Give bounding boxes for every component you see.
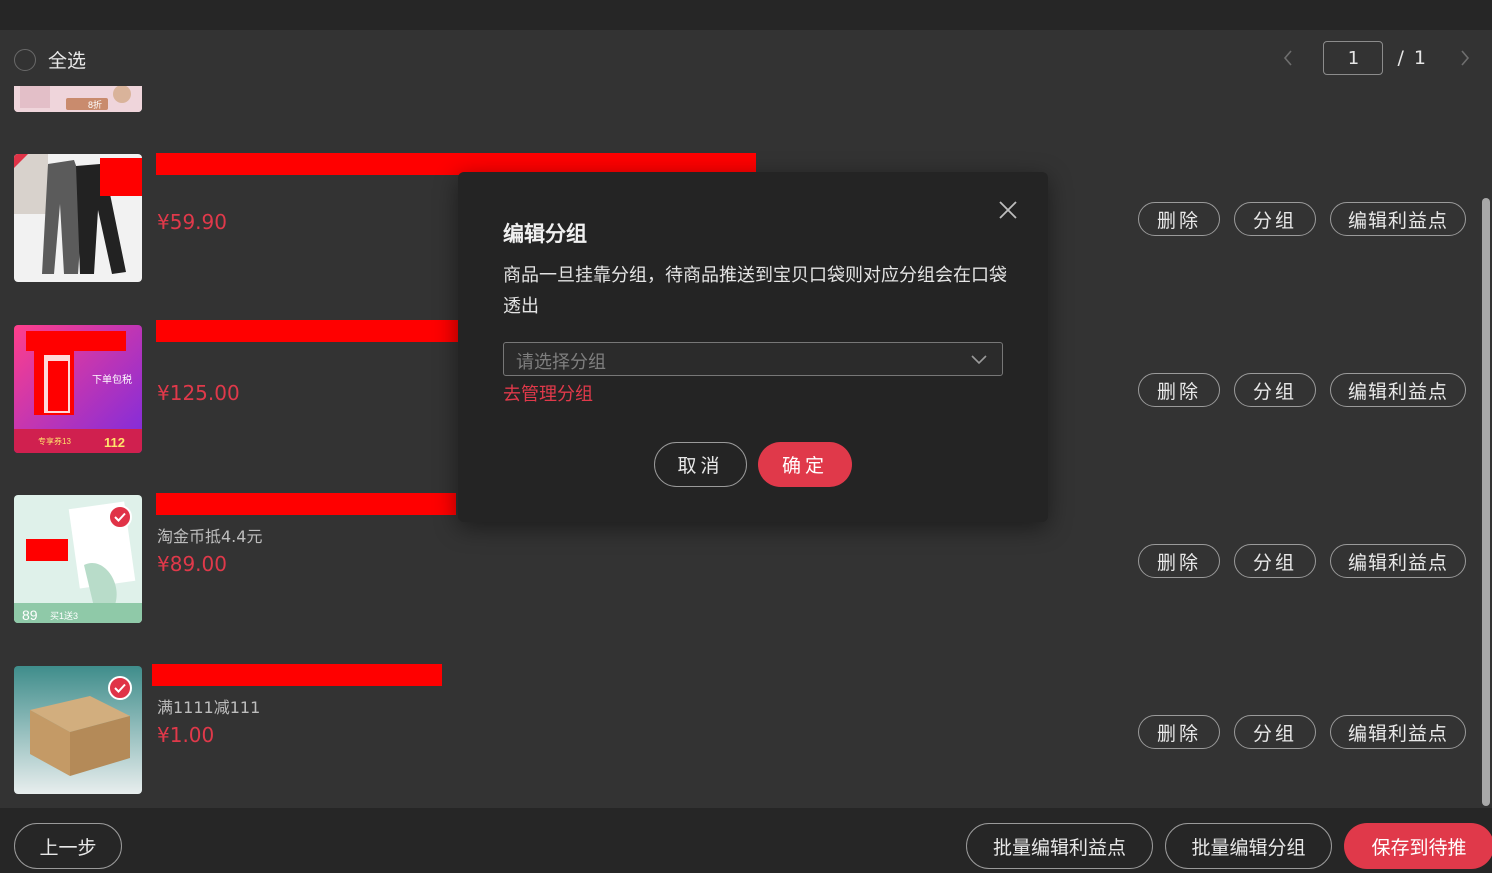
- partial-thumb-graphic: 8折: [14, 86, 142, 112]
- batch-edit-group-button[interactable]: 批量编辑分组: [1165, 823, 1332, 869]
- close-icon[interactable]: [996, 198, 1020, 222]
- previous-step-button[interactable]: 上一步: [14, 823, 122, 869]
- product-price: ¥59.90: [157, 210, 227, 234]
- group-select-placeholder: 请选择分组: [516, 352, 606, 373]
- close-button[interactable]: [996, 198, 1020, 222]
- manage-groups-link[interactable]: 去管理分组: [503, 380, 593, 406]
- product-promo-text: 淘金币抵4.4元: [157, 527, 263, 546]
- product-price: ¥89.00: [157, 552, 227, 576]
- delete-button[interactable]: 删除: [1138, 544, 1220, 578]
- group-button[interactable]: 分组: [1234, 202, 1316, 236]
- product-thumbnail[interactable]: [14, 666, 142, 794]
- product-price: ¥125.00: [157, 381, 240, 405]
- edit-group-dialog: 编辑分组 商品一旦挂靠分组，待商品推送到宝贝口袋则对应分组会在口袋透出 请选择分…: [458, 172, 1048, 522]
- product-thumbnail[interactable]: [14, 154, 142, 282]
- save-to-pending-button[interactable]: 保存到待推: [1344, 823, 1492, 869]
- list-item: 满1111减111 ¥1.00 删除 分组 编辑利益点: [0, 664, 1480, 796]
- thumb-coupon: 专享券13: [38, 436, 71, 446]
- selected-check-icon[interactable]: [108, 505, 132, 529]
- thumb-badge: 下单包税: [92, 373, 132, 386]
- dialog-description: 商品一旦挂靠分组，待商品推送到宝贝口袋则对应分组会在口袋透出: [503, 265, 1007, 317]
- redacted-title: [152, 664, 442, 686]
- pants-image: [14, 154, 142, 282]
- redacted-title: [156, 320, 458, 342]
- pagination: / 1: [1273, 41, 1480, 75]
- chevron-right-icon: [1461, 50, 1470, 66]
- edit-points-button[interactable]: 编辑利益点: [1330, 202, 1466, 236]
- delete-button[interactable]: 删除: [1138, 373, 1220, 407]
- confirm-button[interactable]: 确定: [758, 442, 852, 487]
- product-thumbnail-partial[interactable]: 8折: [14, 86, 142, 112]
- top-bar: [0, 0, 1492, 30]
- thumb-promo: 买1送3: [50, 610, 78, 621]
- product-promo-text: 满1111减111: [157, 698, 261, 717]
- page-total: / 1: [1397, 47, 1428, 69]
- group-select[interactable]: 请选择分组: [503, 342, 1003, 376]
- row-actions: 删除 分组 编辑利益点: [1124, 544, 1466, 578]
- page-number-input[interactable]: [1323, 41, 1384, 75]
- select-all-checkbox[interactable]: 全选: [14, 46, 86, 73]
- product-thumbnail[interactable]: 下单包税 专享券13 112: [14, 325, 142, 453]
- redacted-title: [156, 493, 456, 515]
- row-actions: 删除 分组 编辑利益点: [1124, 715, 1466, 749]
- select-all-label: 全选: [48, 50, 87, 72]
- partial-thumb-tag: 8折: [88, 99, 102, 110]
- group-button[interactable]: 分组: [1234, 715, 1316, 749]
- edit-points-button[interactable]: 编辑利益点: [1330, 544, 1466, 578]
- list-scrollbar[interactable]: [1480, 86, 1492, 808]
- chevron-down-icon: [971, 355, 987, 365]
- cancel-button[interactable]: 取消: [654, 442, 747, 487]
- row-actions: 删除 分组 编辑利益点: [1124, 373, 1466, 407]
- supplement-image: 下单包税 专享券13 112: [14, 325, 142, 453]
- delete-button[interactable]: 删除: [1138, 202, 1220, 236]
- list-header: 全选 / 1: [0, 30, 1492, 86]
- prev-page-button[interactable]: [1273, 41, 1303, 75]
- group-button[interactable]: 分组: [1234, 544, 1316, 578]
- selected-check-icon[interactable]: [108, 676, 132, 700]
- chevron-left-icon: [1284, 50, 1293, 66]
- edit-points-button[interactable]: 编辑利益点: [1330, 715, 1466, 749]
- delete-button[interactable]: 删除: [1138, 715, 1220, 749]
- batch-edit-points-button[interactable]: 批量编辑利益点: [966, 823, 1153, 869]
- thumb-price-tag: 89: [22, 607, 38, 623]
- redaction-block: [100, 158, 142, 196]
- next-page-button[interactable]: [1450, 41, 1480, 75]
- scrollbar-thumb[interactable]: [1482, 198, 1490, 806]
- product-thumbnail[interactable]: 89 买1送3: [14, 495, 142, 623]
- dialog-title: 编辑分组: [503, 222, 587, 246]
- row-actions: 删除 分组 编辑利益点: [1124, 202, 1466, 236]
- select-all-radio-icon[interactable]: [14, 48, 36, 71]
- group-button[interactable]: 分组: [1234, 373, 1316, 407]
- product-price: ¥1.00: [157, 723, 215, 747]
- footer-bar: 上一步 批量编辑利益点 批量编辑分组 保存到待推: [0, 808, 1492, 873]
- thumb-price-tag: 112: [104, 435, 125, 450]
- edit-points-button[interactable]: 编辑利益点: [1330, 373, 1466, 407]
